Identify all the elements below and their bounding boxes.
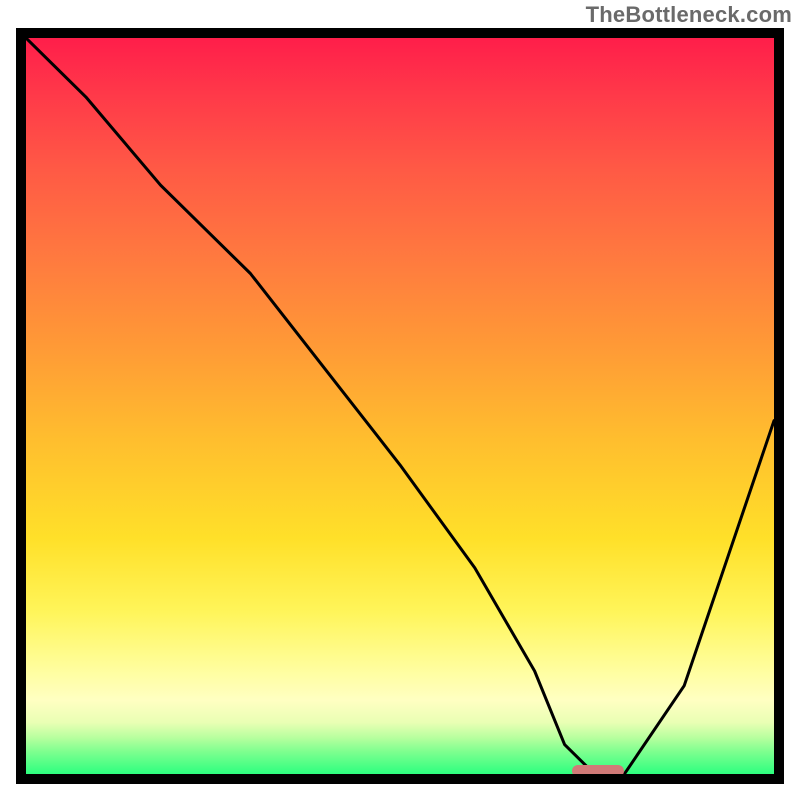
plot-area [26, 38, 774, 774]
watermark-text: TheBottleneck.com [586, 2, 792, 28]
optimal-marker [572, 765, 624, 774]
chart-frame: TheBottleneck.com [0, 0, 800, 800]
bottleneck-curve [26, 38, 774, 774]
plot-border [16, 28, 784, 784]
